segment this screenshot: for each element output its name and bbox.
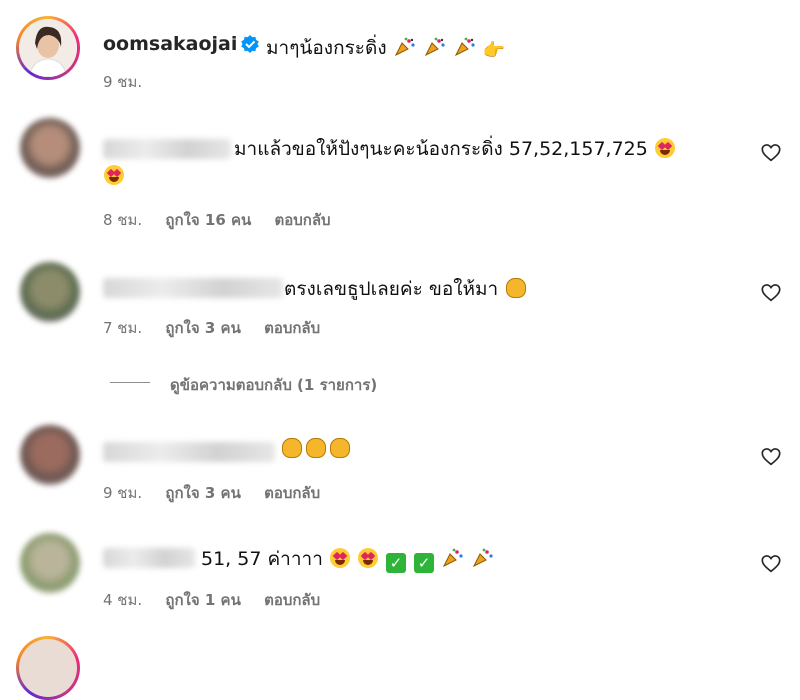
commenter-avatar[interactable] xyxy=(20,262,80,322)
comment-text xyxy=(280,438,352,460)
party-popper-icon xyxy=(424,37,445,57)
comment-text: มาแล้วขอให้ปังๆนะคะน้องกระดิ่ง 57,52,157… xyxy=(234,134,676,164)
reply-button[interactable]: ตอบกลับ xyxy=(264,591,320,609)
replies-divider xyxy=(110,382,150,383)
heart-eyes-emoji-icon xyxy=(654,138,675,158)
commenter-username-blurred[interactable] xyxy=(103,278,283,298)
comment-meta: 7 ชม. ถูกใจ 3 คน ตอบกลับ xyxy=(103,316,338,340)
heart-eyes-emoji-icon xyxy=(357,548,378,568)
check-mark-emoji-icon: ✓ xyxy=(386,553,406,573)
commenter-username-blurred[interactable] xyxy=(103,442,275,462)
like-count-link[interactable]: ถูกใจ 16 คน xyxy=(165,211,251,229)
comment-time: 4 ชม. xyxy=(103,591,143,609)
commenter-avatar[interactable] xyxy=(20,118,80,178)
pointing-hand-icon: 👉 xyxy=(482,40,506,61)
reply-button[interactable]: ตอบกลับ xyxy=(264,484,320,502)
commenter-avatar[interactable] xyxy=(20,425,80,485)
heart-eyes-emoji-icon xyxy=(329,548,350,568)
comment-meta: 8 ชม. ถูกใจ 16 คน ตอบกลับ xyxy=(103,208,349,232)
like-heart-icon[interactable] xyxy=(760,282,782,304)
author-username[interactable]: oomsakaojai xyxy=(103,33,237,55)
comment-time: 7 ชม. xyxy=(103,319,143,337)
comment-text: ตรงเลขธูปเลยค่ะ ขอให้มา xyxy=(284,274,528,304)
comment-text: 51, 57 ค่าาาา ✓ ✓ xyxy=(201,544,495,574)
like-heart-icon[interactable] xyxy=(760,142,782,164)
reply-button[interactable]: ตอบกลับ xyxy=(275,211,331,229)
post-time: 9 ชม. xyxy=(103,73,143,91)
clapping-hands-emoji-icon xyxy=(330,438,350,458)
verified-badge-icon xyxy=(241,35,259,53)
like-count-link[interactable]: ถูกใจ 3 คน xyxy=(165,484,240,502)
party-popper-icon xyxy=(473,548,493,568)
clapping-hands-emoji-icon xyxy=(506,278,527,298)
like-heart-icon[interactable] xyxy=(760,553,782,575)
author-avatar[interactable] xyxy=(16,16,80,80)
like-count-link[interactable]: ถูกใจ 1 คน xyxy=(165,591,240,609)
clapping-hands-emoji-icon xyxy=(306,438,326,458)
comment-meta: 4 ชม. ถูกใจ 1 คน ตอบกลับ xyxy=(103,588,338,612)
party-popper-icon xyxy=(394,37,415,57)
post-caption: มาๆน้องกระดิ่ง 👉 xyxy=(266,33,505,63)
commenter-avatar[interactable] xyxy=(20,533,80,593)
caption-text: มาๆน้องกระดิ่ง xyxy=(266,37,387,59)
check-mark-emoji-icon: ✓ xyxy=(414,553,435,573)
commenter-username-blurred[interactable] xyxy=(103,139,231,159)
comment-text-continued xyxy=(103,165,125,187)
commenter-username-blurred[interactable] xyxy=(103,548,195,568)
comment-time: 9 ชม. xyxy=(103,484,143,502)
like-heart-icon[interactable] xyxy=(760,446,782,468)
view-replies-button[interactable]: ดูข้อความตอบกลับ (1 รายการ) xyxy=(170,373,377,397)
clapping-hands-emoji-icon xyxy=(282,438,302,458)
like-count-link[interactable]: ถูกใจ 3 คน xyxy=(165,319,240,337)
commenter-avatar-partial[interactable] xyxy=(16,636,80,700)
reply-button[interactable]: ตอบกลับ xyxy=(264,319,320,337)
comment-meta: 9 ชม. ถูกใจ 3 คน ตอบกลับ xyxy=(103,481,338,505)
party-popper-icon xyxy=(442,548,463,568)
comment-time: 8 ชม. xyxy=(103,211,143,229)
party-popper-icon xyxy=(454,37,475,57)
heart-eyes-emoji-icon xyxy=(104,165,124,185)
